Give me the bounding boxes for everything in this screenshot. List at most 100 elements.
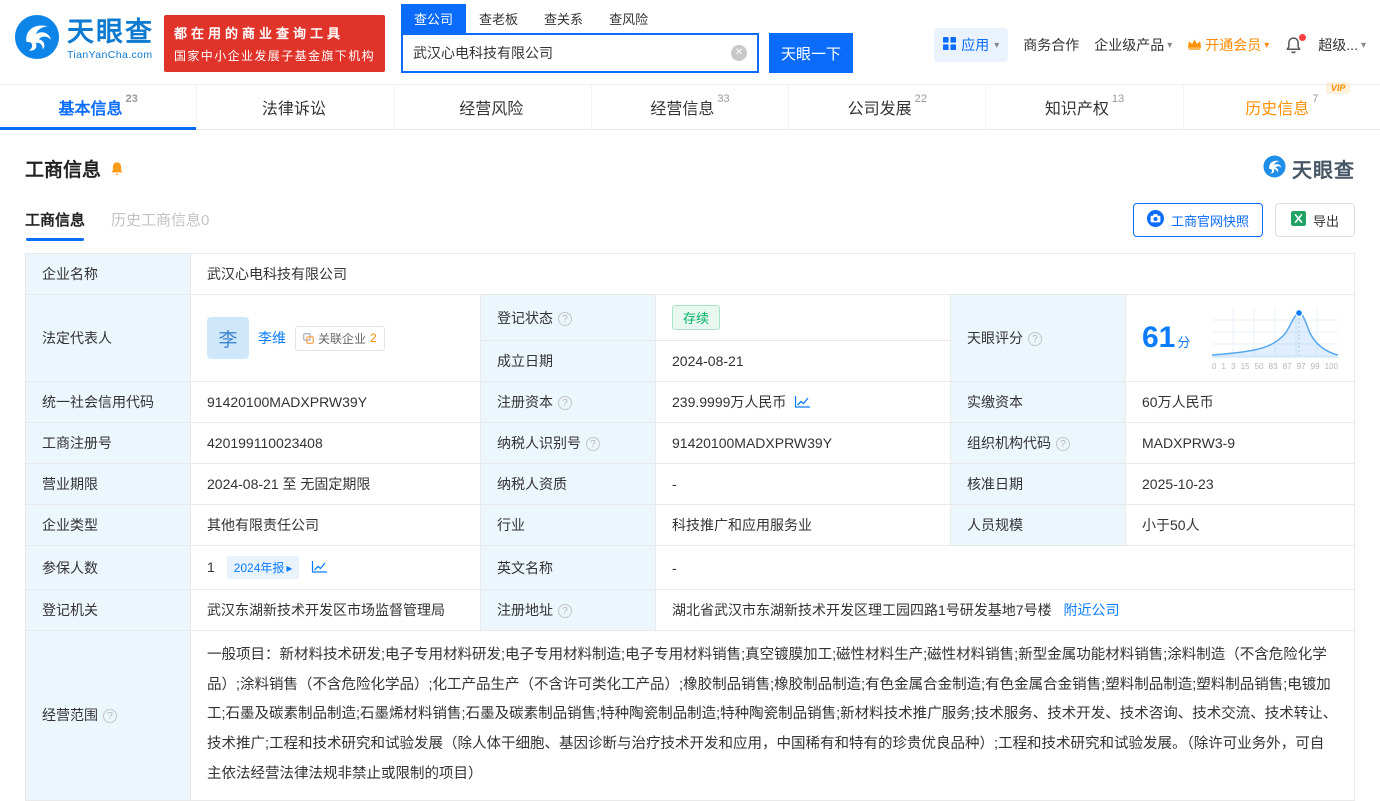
tab-business-info[interactable]: 经营信息 33 bbox=[592, 85, 790, 129]
business-info-table: 企业名称 武汉心电科技有限公司 法定代表人 李 李维 关联企业 2 登记状态 ?… bbox=[25, 253, 1355, 801]
tab-label: 知识产权 bbox=[1044, 101, 1109, 118]
search-tab-relation[interactable]: 查关系 bbox=[531, 4, 596, 33]
legal-rep-link[interactable]: 李维 bbox=[258, 328, 286, 348]
clear-icon[interactable]: ✕ bbox=[731, 45, 748, 61]
field-taxpayer-id-value: 91420100MADXPRW39Y bbox=[655, 422, 951, 464]
username-label: 超级... bbox=[1318, 37, 1358, 53]
help-icon[interactable]: ? bbox=[1056, 437, 1070, 451]
section-title: 工商信息 bbox=[25, 160, 102, 181]
tab-count: 22 bbox=[914, 93, 927, 105]
score-axis: 01 3 15 50 83 87 97 99 100 bbox=[1212, 361, 1338, 371]
field-approval-date-label: 核准日期 bbox=[950, 463, 1126, 505]
annual-report-badge[interactable]: 2024年报 ▸ bbox=[226, 556, 300, 579]
field-reg-no-value: 420199110023408 bbox=[190, 422, 481, 464]
related-count: 2 bbox=[370, 331, 377, 345]
tab-intellectual-property[interactable]: 知识产权 13 bbox=[986, 85, 1184, 129]
field-reg-capital-label: 注册资本? bbox=[480, 381, 656, 423]
nav-open-membership[interactable]: 开通会员 ▾ bbox=[1187, 35, 1269, 55]
tab-legal-lawsuits[interactable]: 法律诉讼 bbox=[197, 85, 395, 129]
chevron-down-icon: ▾ bbox=[1360, 39, 1366, 51]
search-tab-boss[interactable]: 查老板 bbox=[466, 4, 531, 33]
apps-menu[interactable]: 应用 ▾ bbox=[934, 28, 1009, 62]
field-business-term-value: 2024-08-21 至 无固定期限 bbox=[190, 463, 481, 505]
tab-count: 13 bbox=[1111, 93, 1125, 105]
nav-business-cooperation[interactable]: 商务合作 bbox=[1023, 35, 1079, 55]
field-scope-label: 经营范围? bbox=[25, 630, 191, 801]
search-button[interactable]: 天眼一下 bbox=[769, 33, 854, 73]
field-approval-date-value: 2025-10-23 bbox=[1125, 463, 1355, 505]
user-menu[interactable]: 超级... ▾ bbox=[1318, 35, 1366, 55]
field-address-label: 注册地址? bbox=[480, 589, 656, 631]
field-english-name-value: - bbox=[655, 545, 1355, 590]
subtab-business-registration[interactable]: 工商信息 bbox=[25, 209, 85, 241]
crown-icon bbox=[1187, 37, 1202, 53]
field-english-name-label: 英文名称 bbox=[480, 545, 656, 590]
export-button[interactable]: 导出 bbox=[1274, 203, 1355, 237]
tab-company-development[interactable]: 公司发展 22 bbox=[789, 85, 987, 129]
tab-operational-risk[interactable]: 经营风险 bbox=[395, 85, 592, 129]
score-number: 61 分 bbox=[1142, 321, 1191, 354]
camera-icon bbox=[1146, 210, 1164, 230]
field-reg-capital-value: 239.9999万人民币 bbox=[655, 381, 951, 423]
subscribe-bell-icon[interactable] bbox=[109, 161, 125, 177]
search-tab-company[interactable]: 查公司 bbox=[401, 4, 467, 33]
search-tab-risk[interactable]: 查风险 bbox=[596, 4, 661, 33]
related-companies-badge[interactable]: 关联企业 2 bbox=[295, 325, 385, 351]
nearby-companies-link[interactable]: 附近公司 bbox=[1063, 602, 1119, 618]
field-authority-value: 武汉东湖新技术开发区市场监督管理局 bbox=[190, 589, 481, 631]
table-row: 企业类型 其他有限责任公司 行业 科技推广和应用服务业 人员规模 小于50人 bbox=[25, 504, 1355, 546]
field-reg-no-label: 工商注册号 bbox=[25, 422, 191, 464]
tab-label: 公司发展 bbox=[847, 101, 912, 118]
help-icon[interactable]: ? bbox=[103, 709, 117, 724]
tab-history-info[interactable]: 历史信息 7 VIP bbox=[1184, 82, 1380, 129]
field-company-type-value: 其他有限责任公司 bbox=[190, 504, 481, 546]
tab-count: 23 bbox=[125, 93, 138, 105]
trend-chart-icon[interactable] bbox=[311, 560, 328, 574]
excel-icon bbox=[1290, 211, 1306, 229]
nav-membership-label: 开通会员 bbox=[1205, 37, 1262, 53]
promo-line1: 都在用的商业查询工具 bbox=[174, 26, 345, 41]
legal-rep-avatar[interactable]: 李 bbox=[207, 317, 249, 359]
tab-count: 7 bbox=[1312, 93, 1319, 105]
watermark-text: 天眼查 bbox=[1292, 160, 1355, 182]
field-taxpayer-qual-value: - bbox=[655, 463, 951, 505]
field-reg-status-value: 存续 bbox=[655, 294, 951, 341]
table-row: 统一社会信用代码 91420100MADXPRW39Y 注册资本? 239.99… bbox=[25, 381, 1355, 423]
help-icon[interactable]: ? bbox=[558, 311, 572, 326]
tab-label: 经营风险 bbox=[459, 101, 524, 118]
field-paid-capital-label: 实缴资本 bbox=[950, 381, 1126, 423]
subtab-count: 0 bbox=[201, 212, 210, 229]
promo-line2: 国家中小企业发展子基金旗下机构 bbox=[174, 49, 376, 63]
promo-banner: 都在用的商业查询工具 国家中小企业发展子基金旗下机构 bbox=[164, 15, 386, 72]
help-icon[interactable]: ? bbox=[558, 604, 572, 618]
help-icon[interactable]: ? bbox=[558, 396, 572, 410]
tianyancha-logo[interactable]: 天眼查 TianYanCha.com bbox=[14, 14, 154, 65]
trend-chart-icon[interactable] bbox=[794, 395, 811, 409]
official-snapshot-button[interactable]: 工商官网快照 bbox=[1132, 203, 1263, 237]
table-row: 法定代表人 李 李维 关联企业 2 登记状态? 存续 天眼评分 ? 61 分 0… bbox=[25, 294, 1355, 382]
top-header: 天眼查 TianYanCha.com 都在用的商业查询工具 国家中小企业发展子基… bbox=[0, 0, 1380, 84]
search-input[interactable] bbox=[413, 45, 732, 61]
field-paid-capital-value: 60万人民币 bbox=[1125, 381, 1355, 423]
search-area: 查公司 查老板 查关系 查风险 ✕ 天眼一下 bbox=[401, 4, 854, 73]
tab-basic-info[interactable]: 基本信息 23 bbox=[0, 85, 198, 130]
field-address-value: 湖北省武汉市东湖新技术开发区理工园四路1号研发基地7号楼 附近公司 bbox=[655, 589, 1355, 631]
nav-enterprise-label: 企业级产品 bbox=[1094, 37, 1165, 53]
nav-cooperation-label: 商务合作 bbox=[1023, 37, 1080, 53]
field-credit-code-value: 91420100MADXPRW39Y bbox=[190, 381, 481, 423]
notification-bell[interactable] bbox=[1284, 33, 1307, 55]
snapshot-label: 工商官网快照 bbox=[1170, 213, 1249, 229]
field-staff-size-label: 人员规模 bbox=[950, 504, 1126, 546]
status-badge: 存续 bbox=[672, 305, 721, 330]
search-box: ✕ bbox=[401, 33, 760, 73]
notification-dot bbox=[1299, 33, 1307, 41]
tab-label: 经营信息 bbox=[650, 101, 715, 118]
help-icon[interactable]: ? bbox=[1028, 332, 1042, 346]
nav-enterprise-products[interactable]: 企业级产品 ▾ bbox=[1094, 35, 1172, 55]
field-taxpayer-id-label: 纳税人识别号? bbox=[480, 422, 656, 464]
field-score-value: 61 分 0 1 3 15 50 83 87 97 99 100 bbox=[1125, 294, 1355, 382]
help-icon[interactable]: ? bbox=[586, 437, 600, 451]
field-authority-label: 登记机关 bbox=[25, 589, 191, 631]
field-legal-rep-value: 李 李维 关联企业 2 bbox=[190, 294, 481, 382]
subtab-history-registration[interactable]: 历史工商信息0 bbox=[111, 209, 209, 241]
